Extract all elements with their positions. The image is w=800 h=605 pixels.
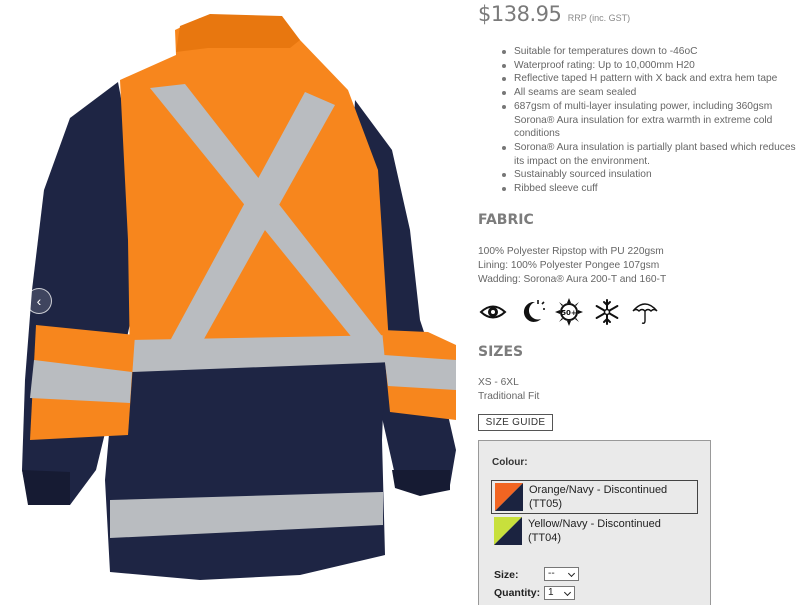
chevron-left-icon: ‹	[36, 293, 42, 309]
price: $138.95	[478, 2, 562, 26]
size-label: Size:	[494, 569, 519, 581]
fabric-heading: FABRIC	[478, 212, 534, 228]
product-details: $138.95 RRP (inc. GST) Suitable for temp…	[478, 0, 800, 605]
chevron-right-icon: ›	[444, 293, 450, 309]
quantity-label: Quantity:	[494, 587, 541, 599]
size-range: XS - 6XL	[478, 377, 519, 388]
feature-item: Ribbed sleeve cuff	[500, 182, 800, 196]
colour-code: (TT05)	[529, 498, 562, 510]
quantity-select[interactable]: 1	[544, 586, 575, 600]
colour-code: (TT04)	[528, 532, 561, 544]
size-select-value: --	[548, 568, 555, 579]
eye-icon	[478, 297, 508, 327]
feature-item: Suitable for temperatures down to -46oC	[500, 45, 800, 59]
right-sleeve-reflective	[384, 355, 456, 390]
gallery-next-button[interactable]: ›	[434, 288, 460, 314]
size-guide-button[interactable]: SIZE GUIDE	[478, 414, 553, 431]
fabric-line: Lining: 100% Polyester Pongee 107gsm	[478, 260, 660, 271]
feature-item: Waterproof rating: Up to 10,000mm H20	[500, 59, 800, 73]
upf-label: 50+	[561, 309, 577, 317]
umbrella-icon	[630, 297, 660, 327]
fabric-details: 100% Polyester Ripstop with PU 220gsm Li…	[478, 245, 666, 287]
lower-body	[105, 360, 385, 580]
feature-icons: 50+	[478, 297, 660, 327]
sizes-heading: SIZES	[478, 344, 524, 360]
colour-name: Orange/Navy - Discontinued	[529, 484, 668, 496]
fit-type: Traditional Fit	[478, 391, 540, 402]
yellow-navy-swatch	[494, 517, 522, 545]
colour-option-label: Orange/Navy - Discontinued (TT05)	[529, 483, 667, 511]
colour-label: Colour:	[492, 457, 528, 468]
moon-icon	[516, 297, 546, 327]
colour-option-yellow-navy[interactable]: Yellow/Navy - Discontinued (TT04)	[491, 514, 698, 548]
colour-option-label: Yellow/Navy - Discontinued (TT04)	[528, 517, 661, 545]
snowflake-icon	[592, 297, 622, 327]
feature-item: Reflective taped H pattern with X back a…	[500, 72, 800, 86]
feature-item: 687gsm of multi-layer insulating power, …	[500, 100, 800, 141]
colour-option-orange-navy[interactable]: Orange/Navy - Discontinued (TT05)	[491, 480, 698, 514]
product-options-panel: Colour: Orange/Navy - Discontinued (TT05…	[478, 440, 711, 605]
size-select[interactable]: --	[544, 567, 579, 581]
feature-list: Suitable for temperatures down to -46oC …	[500, 45, 800, 196]
upf-50-sun-icon: 50+	[554, 297, 584, 327]
feature-item: Sorona® Aura insulation is partially pla…	[500, 141, 800, 168]
product-image-gallery: ‹ ›	[0, 0, 465, 605]
feature-item: Sustainably sourced insulation	[500, 168, 800, 182]
jacket-back-image	[22, 14, 456, 580]
price-note: RRP (inc. GST)	[567, 13, 631, 23]
sizes-details: XS - 6XL Traditional Fit	[478, 376, 539, 404]
gallery-prev-button[interactable]: ‹	[26, 288, 52, 314]
colour-name: Yellow/Navy - Discontinued	[528, 518, 661, 530]
fabric-line: Wadding: Sorona® Aura 200-T and 160-T	[478, 274, 667, 285]
quantity-select-value: 1	[548, 587, 554, 598]
orange-navy-swatch	[495, 483, 523, 511]
price-row: $138.95 RRP (inc. GST)	[478, 2, 630, 26]
feature-item: All seams are seam sealed	[500, 86, 800, 100]
fabric-line: 100% Polyester Ripstop with PU 220gsm	[478, 246, 664, 257]
